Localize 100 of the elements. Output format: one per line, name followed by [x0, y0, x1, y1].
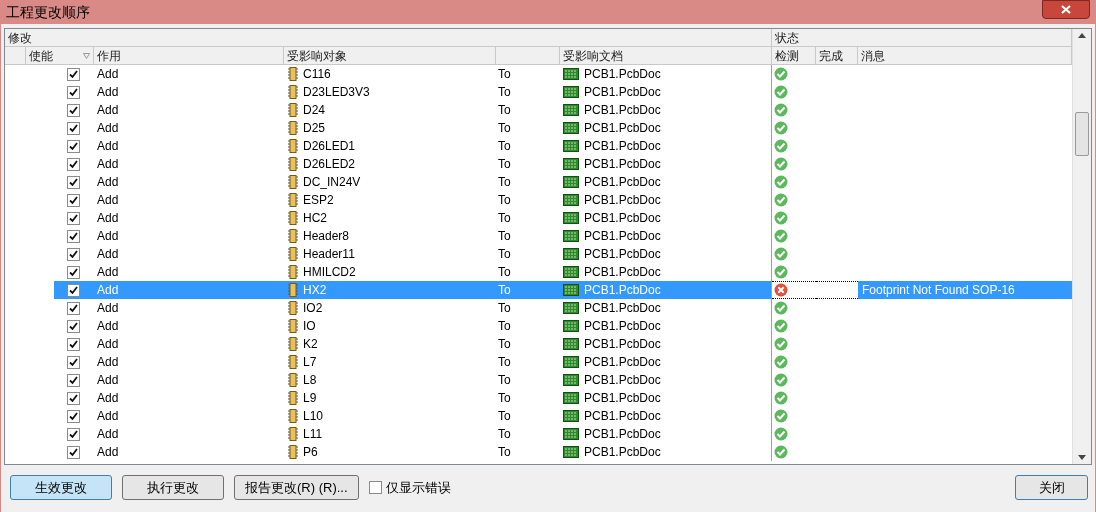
circuit-board-icon	[563, 302, 579, 314]
checkbox[interactable]	[67, 67, 80, 81]
table-cell-text: Add	[96, 354, 120, 371]
table-cell-text: PCB1.PcbDoc	[584, 120, 661, 137]
table-cell-text: Add	[96, 372, 120, 389]
table-row[interactable]: Add D23LED3V3 To PCB1.PcbDoc	[5, 83, 1072, 101]
table-row[interactable]: Add HC2 To PCB1.PcbDoc	[5, 209, 1072, 227]
table-cell-text: To	[497, 120, 512, 137]
table-cell-text: Add	[96, 120, 120, 137]
column-header[interactable]: 完成	[816, 47, 858, 64]
column-header[interactable]: 检测	[772, 47, 816, 64]
table-cell-text: Header8	[303, 228, 350, 245]
column-header[interactable]: 作用	[94, 47, 284, 64]
checkbox[interactable]	[67, 193, 80, 207]
table-row[interactable]: Add D24 To PCB1.PcbDoc	[5, 101, 1072, 119]
column-header[interactable]: 使能	[26, 47, 94, 64]
checkbox[interactable]	[67, 139, 80, 153]
circuit-board-icon	[563, 338, 579, 350]
table-cell-text: Add	[96, 192, 120, 209]
checkbox[interactable]	[67, 373, 80, 387]
scroll-down-icon[interactable]	[1078, 455, 1086, 460]
checkbox[interactable]	[67, 121, 80, 135]
circuit-board-icon	[563, 212, 579, 224]
table-row[interactable]: Add L10 To PCB1.PcbDoc	[5, 407, 1072, 425]
table-row[interactable]: Add D26LED2 To PCB1.PcbDoc	[5, 155, 1072, 173]
checkbox[interactable]	[67, 301, 80, 315]
checkbox[interactable]	[67, 427, 80, 441]
chip-icon	[288, 157, 298, 171]
checkbox-label: 仅显示错误	[385, 478, 451, 497]
table-cell-text: PCB1.PcbDoc	[584, 156, 661, 173]
table-row[interactable]: Add L11 To PCB1.PcbDoc	[5, 425, 1072, 443]
table-cell-text: K2	[303, 336, 318, 353]
table-cell-text: Add	[96, 300, 120, 317]
checkbox[interactable]	[67, 319, 80, 333]
action-button[interactable]: 执行更改	[122, 475, 224, 500]
circuit-board-icon	[563, 248, 579, 260]
table-row[interactable]: Add K2 To PCB1.PcbDoc	[5, 335, 1072, 353]
table-row[interactable]: Add Header8 To PCB1.PcbDoc	[5, 227, 1072, 245]
checkbox[interactable]	[67, 355, 80, 369]
column-header[interactable]: 受影响对象	[284, 47, 496, 64]
table-cell-text: Add	[96, 228, 120, 245]
table-cell-text: To	[497, 408, 512, 425]
checkbox[interactable]	[67, 283, 80, 297]
table-row[interactable]: Add D25 To PCB1.PcbDoc	[5, 119, 1072, 137]
circuit-board-icon	[563, 140, 579, 152]
table-row[interactable]: Add L8 To PCB1.PcbDoc	[5, 371, 1072, 389]
table-cell-text: Add	[96, 138, 120, 155]
table-cell-text: C116	[303, 66, 331, 83]
table-cell-text: IO	[303, 318, 316, 335]
table-cell-text: To	[497, 318, 512, 335]
close-icon	[1061, 5, 1071, 14]
table-row[interactable]: Add L9 To PCB1.PcbDoc	[5, 389, 1072, 407]
table-row[interactable]: Add ESP2 To PCB1.PcbDoc	[5, 191, 1072, 209]
table-cell-text: HX2	[303, 282, 327, 299]
table-row[interactable]: Add D26LED1 To PCB1.PcbDoc	[5, 137, 1072, 155]
checkbox[interactable]	[67, 103, 80, 117]
checkbox[interactable]	[67, 175, 80, 189]
action-button[interactable]: 报告更改(R) (R)...	[234, 475, 359, 500]
action-button[interactable]: 生效更改	[10, 475, 112, 500]
checkbox[interactable]	[67, 265, 80, 279]
table-cell-text: PCB1.PcbDoc	[584, 246, 661, 263]
scroll-thumb[interactable]	[1075, 112, 1089, 156]
chip-icon	[288, 103, 298, 117]
scroll-up-icon[interactable]	[1078, 33, 1086, 38]
circuit-board-icon	[563, 86, 579, 98]
close-dialog-button[interactable]: 关闭	[1015, 475, 1088, 500]
table-row[interactable]: Add L7 To PCB1.PcbDoc	[5, 353, 1072, 371]
checkbox[interactable]	[67, 157, 80, 171]
table-row[interactable]: Add IO2 To PCB1.PcbDoc	[5, 299, 1072, 317]
checkbox[interactable]	[67, 211, 80, 225]
table-row[interactable]: Add DC_IN24V To PCB1.PcbDoc	[5, 173, 1072, 191]
table-row[interactable]: Add Header11 To PCB1.PcbDoc	[5, 245, 1072, 263]
checkbox[interactable]	[67, 337, 80, 351]
close-button[interactable]	[1042, 0, 1090, 19]
table-row[interactable]: Add C116 To PCB1.PcbDoc	[5, 65, 1072, 83]
checkbox[interactable]	[67, 409, 80, 423]
checkbox[interactable]	[67, 391, 80, 405]
table-cell-text: To	[497, 246, 512, 263]
checkbox[interactable]	[67, 247, 80, 261]
table-cell-text: To	[497, 228, 512, 245]
chip-icon	[288, 319, 298, 333]
checkbox[interactable]	[67, 85, 80, 99]
table-row[interactable]: Add IO To PCB1.PcbDoc	[5, 317, 1072, 335]
table-cell: To	[496, 281, 560, 299]
column-header[interactable]: 受影响文档	[560, 47, 772, 64]
window-title: 工程更改顺序	[5, 3, 91, 22]
circuit-board-icon	[563, 446, 579, 458]
checkbox[interactable]	[67, 445, 80, 459]
table-row[interactable]: Add P6 To PCB1.PcbDoc	[5, 443, 1072, 461]
table-cell-text: To	[497, 444, 512, 461]
chip-icon	[288, 265, 298, 279]
checkbox[interactable]	[67, 229, 80, 243]
chip-icon	[288, 409, 298, 423]
table-cell-text: PCB1.PcbDoc	[584, 318, 661, 335]
scrollbar[interactable]	[1072, 29, 1091, 464]
table-cell-text: Add	[96, 84, 120, 101]
table-cell-text: D26LED2	[303, 156, 356, 173]
table-cell-text: Add	[96, 66, 120, 83]
table-cell-text: PCB1.PcbDoc	[584, 192, 661, 209]
checkbox[interactable]	[368, 481, 382, 494]
